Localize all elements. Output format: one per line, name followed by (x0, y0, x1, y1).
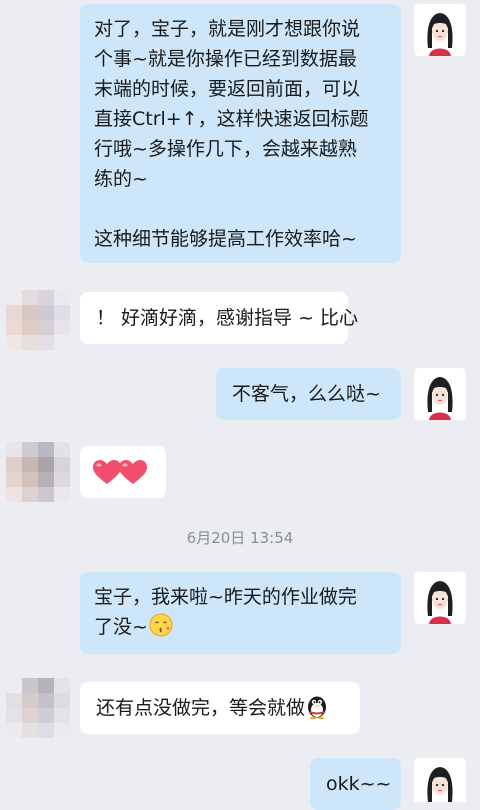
two-hearts-icon (93, 460, 147, 484)
message-timestamp: 6月20日 13:54 (186, 529, 294, 547)
message-text: okk~~ (326, 773, 392, 795)
message-line: 对了，宝子，就是刚才想跟你说 (94, 18, 361, 40)
blurred-avatar-icon (6, 442, 70, 502)
message-line: 直接Ctrl+↑，这样快速返回标题 (94, 108, 369, 130)
kiss-face-icon (149, 613, 173, 637)
my-message-bubble[interactable]: 宝子，我来啦~昨天的作业做完 了没~ (80, 572, 401, 654)
message-text: ！ 好滴好滴，感谢指导 ~ 比心 (96, 307, 359, 329)
message-line: 末端的时候，要返回前面，可以 (94, 78, 361, 100)
my-avatar[interactable] (414, 572, 466, 624)
qq-penguin-icon (308, 696, 327, 719)
message-line: 行哦~多操作几下，会越来越熟 (94, 138, 357, 160)
my-message-bubble[interactable]: 不客气，么么哒~ (216, 368, 401, 420)
friend-avatar[interactable] (6, 442, 70, 502)
message-line: 这种细节能够提高工作效率哈~ (94, 228, 357, 250)
girl-avatar-icon (414, 758, 466, 802)
message-line: 了没~ (94, 612, 387, 642)
friend-avatar[interactable] (6, 290, 70, 350)
girl-avatar-icon (414, 368, 466, 420)
friend-message-bubble[interactable]: ！ 好滴好滴，感谢指导 ~ 比心 (80, 292, 359, 344)
friend-avatar[interactable] (6, 678, 70, 738)
message-line: 练的~ (94, 168, 148, 190)
message-spacer (94, 194, 387, 224)
my-avatar[interactable] (414, 368, 466, 420)
my-avatar[interactable] (414, 758, 466, 802)
blurred-avatar-icon (6, 678, 70, 738)
message-line: 还有点没做完，等会就做 (96, 693, 346, 723)
girl-avatar-icon (414, 4, 466, 56)
friend-message-bubble[interactable] (80, 446, 166, 498)
my-message-bubble[interactable]: 对了，宝子，就是刚才想跟你说 个事~就是你操作已经到数据最 末端的时候，要返回前… (80, 4, 401, 263)
message-line: 个事~就是你操作已经到数据最 (94, 48, 357, 70)
friend-message-bubble[interactable]: 还有点没做完，等会就做 (80, 682, 360, 734)
message-text: 不客气，么么哒~ (232, 383, 381, 405)
message-line: 宝子，我来啦~昨天的作业做完 (94, 586, 357, 608)
girl-avatar-icon (414, 572, 466, 624)
my-message-bubble[interactable]: okk~~ (310, 758, 401, 810)
blurred-avatar-icon (6, 290, 70, 350)
my-avatar[interactable] (414, 4, 466, 56)
